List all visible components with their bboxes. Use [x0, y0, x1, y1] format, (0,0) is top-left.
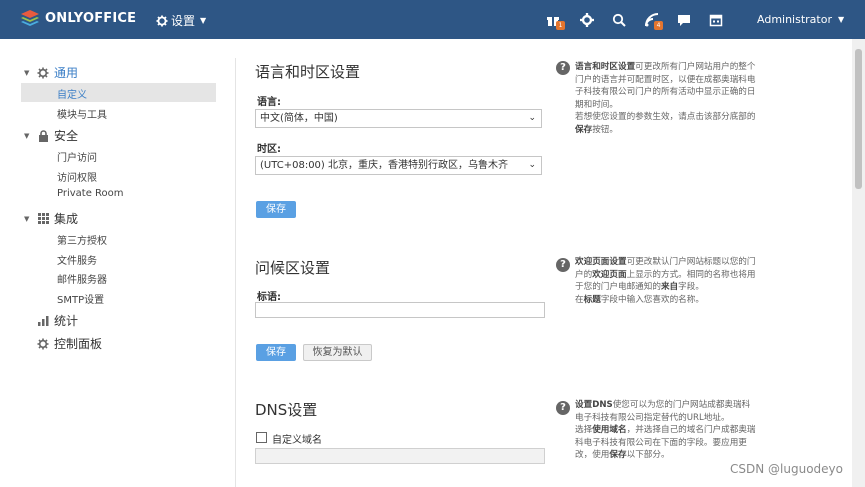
language-label: 语言:	[257, 97, 281, 108]
expand-arrow-icon: ▼	[24, 68, 30, 77]
watermark: CSDN @luguodeyo	[730, 462, 843, 476]
calendar-gift-button[interactable]: 1	[546, 12, 565, 30]
gear-icon	[36, 337, 50, 351]
chevron-down-icon: ⌄	[528, 113, 536, 123]
top-navbar: ONLYOFFICE 设置 ▼ 1 4 Administrator ▼	[0, 0, 865, 39]
domain-input[interactable]	[255, 448, 545, 464]
help-text: 字段中输入您喜欢的名称。	[600, 294, 704, 305]
sidebar-group-label: 安全	[54, 129, 79, 143]
chat-button[interactable]	[677, 12, 693, 28]
user-menu[interactable]: Administrator ▼	[757, 13, 844, 26]
help-text: 以下部分。	[626, 450, 670, 461]
help-bold: 保存	[609, 450, 627, 461]
dns-help-text: 设置DNS使您可以为您的门户网站成都奥瑞科电子科技有限公司指定替代的URL地址。…	[575, 399, 757, 462]
sidebar-item-customization[interactable]: 自定义	[57, 86, 87, 101]
sidebar-item-file-service[interactable]: 文件服务	[57, 252, 97, 267]
help-text: 在	[575, 294, 584, 305]
sidebar-item-portal-access[interactable]: 门户访问	[57, 149, 97, 164]
custom-domain-label: 自定义域名	[272, 435, 322, 446]
timezone-select[interactable]: (UTC+08:00) 北京，重庆，香港特别行政区，乌鲁木齐 ⌄	[255, 156, 542, 175]
settings-label: 设置	[171, 14, 196, 28]
sidebar-group-control-panel[interactable]: 控制面板	[24, 335, 102, 352]
timezone-label: 时区:	[257, 144, 281, 155]
sidebar-selected-highlight	[21, 83, 216, 102]
sidebar-item-third-party-auth[interactable]: 第三方授权	[57, 232, 107, 247]
help-bold: 标题	[583, 294, 601, 305]
language-select[interactable]: 中文(简体，中国) ⌄	[255, 109, 542, 128]
sidebar-item-private-room[interactable]: Private Room	[57, 188, 124, 199]
help-bold: 来自	[660, 282, 679, 293]
help-icon: ?	[556, 258, 570, 272]
search-button[interactable]	[612, 12, 628, 28]
lang-save-button[interactable]: 保存	[256, 201, 296, 218]
sidebar-group-label: 集成	[54, 212, 79, 226]
tagline-input[interactable]	[255, 302, 545, 318]
expand-arrow-icon: ▼	[24, 214, 30, 223]
logo-icon	[21, 10, 39, 26]
settings-menu[interactable]: 设置 ▼	[156, 12, 206, 29]
dns-section-title: DNS设置	[255, 401, 318, 419]
chevron-down-icon: ▼	[200, 16, 207, 25]
help-bold: 欢迎页面	[592, 269, 627, 280]
search-icon	[612, 13, 626, 27]
help-bold: 保存	[575, 124, 593, 135]
sidebar-group-label: 通用	[54, 66, 79, 80]
greeting-help-text: 欢迎页面设置可更改默认门户网站标题以您的门户的欢迎页面上显示的方式。相同的名称也…	[575, 256, 757, 306]
sidebar-divider	[235, 58, 236, 487]
gear-icon	[156, 15, 168, 26]
help-text: 选择	[575, 425, 593, 436]
lang-section-title: 语言和时区设置	[255, 63, 361, 81]
timezone-select-value: (UTC+08:00) 北京，重庆，香港特别行政区，乌鲁木齐	[260, 160, 509, 171]
help-icon: ?	[556, 61, 570, 75]
help-bold: 使用域名	[592, 425, 627, 436]
feed-button[interactable]: 4	[645, 12, 663, 30]
help-bold: 欢迎页面设置	[575, 257, 627, 267]
help-text: 若想使您设置的参数生效，请点击该部分底部的	[575, 112, 756, 123]
greeting-section-title: 问候区设置	[255, 259, 331, 277]
logo-text: ONLYOFFICE	[45, 11, 137, 26]
sidebar-group-integration[interactable]: ▼ 集成	[24, 210, 78, 227]
chevron-down-icon: ▼	[838, 15, 845, 24]
onlyoffice-logo[interactable]: ONLYOFFICE	[20, 9, 136, 28]
help-bold: 语言和时区设置	[575, 62, 636, 72]
sidebar-group-general[interactable]: ▼ 通用	[24, 64, 78, 81]
settings-button[interactable]	[580, 12, 596, 28]
calendar-icon	[709, 14, 723, 27]
calendar-badge: 1	[556, 21, 565, 30]
lang-help-text: 语言和时区设置可更改所有门户网站用户的整个门户的语言并可配置时区，以便在成都奥瑞…	[575, 61, 757, 137]
sidebar-group-label: 统计	[54, 314, 79, 328]
grid-icon	[36, 212, 50, 226]
sidebar-item-modules-tools[interactable]: 模块与工具	[57, 106, 107, 121]
scrollbar-thumb[interactable]	[855, 49, 862, 189]
greeting-save-button[interactable]: 保存	[256, 344, 296, 361]
tagline-label: 标语:	[257, 292, 281, 303]
expand-arrow-icon: ▼	[24, 131, 30, 140]
gear-icon	[580, 13, 594, 27]
help-icon: ?	[556, 401, 570, 415]
vertical-scrollbar[interactable]	[852, 39, 865, 487]
gear-icon	[36, 66, 50, 80]
bar-chart-icon	[36, 314, 50, 328]
help-bold: 设置DNS	[575, 400, 613, 410]
calendar-button[interactable]	[709, 12, 725, 28]
custom-domain-checkbox[interactable]	[256, 432, 267, 443]
user-name: Administrator	[757, 13, 832, 26]
help-text: 字段。	[678, 282, 704, 293]
language-select-value: 中文(简体，中国)	[260, 113, 338, 124]
chat-icon	[678, 15, 690, 26]
restore-default-button[interactable]: 恢复为默认	[303, 344, 372, 361]
feed-badge: 4	[654, 21, 663, 30]
sidebar-item-mail-server[interactable]: 邮件服务器	[57, 271, 107, 286]
lock-icon	[36, 129, 50, 143]
sidebar-item-smtp-settings[interactable]: SMTP设置	[57, 291, 104, 306]
sidebar-group-security[interactable]: ▼ 安全	[24, 127, 78, 144]
sidebar-group-label: 控制面板	[54, 337, 103, 351]
chevron-down-icon: ⌄	[528, 160, 536, 170]
sidebar-item-access-rights[interactable]: 访问权限	[57, 169, 97, 184]
help-text: 按钮。	[592, 124, 618, 135]
sidebar-group-statistics[interactable]: 统计	[24, 312, 78, 329]
